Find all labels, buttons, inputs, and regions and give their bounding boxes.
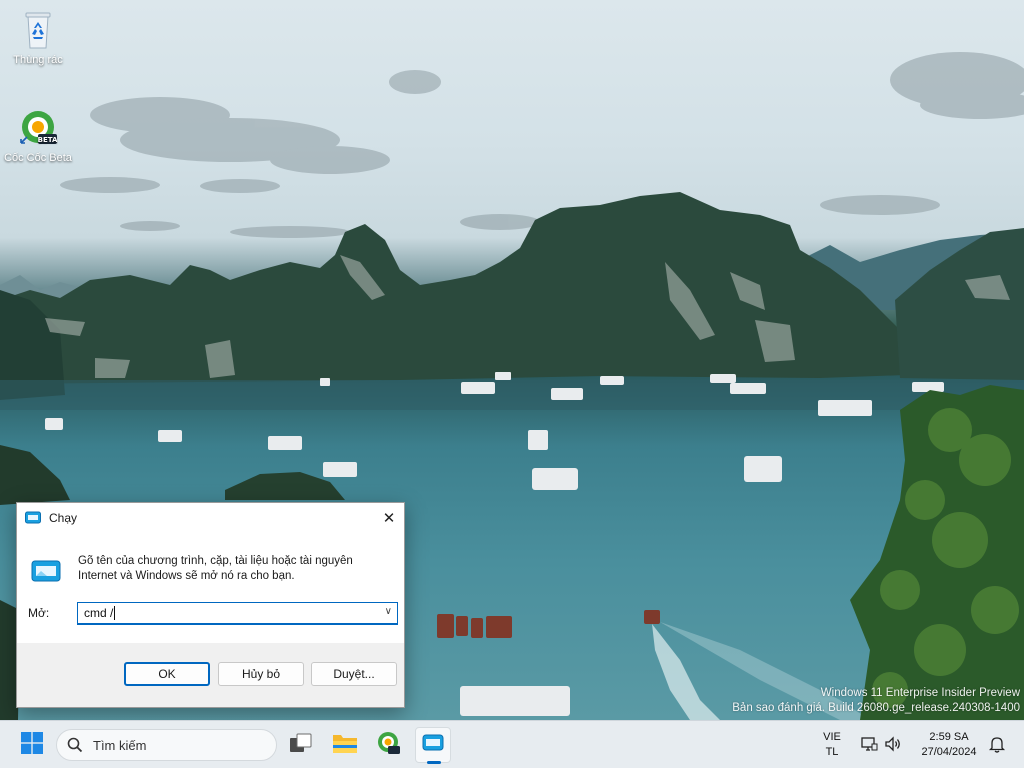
- run-large-icon: [31, 559, 61, 583]
- input-language-indicator[interactable]: VIE TL: [818, 730, 846, 760]
- open-label: Mở:: [28, 606, 50, 620]
- run-dialog-title: Chạy: [49, 511, 78, 525]
- open-command-input[interactable]: cmd / ∨: [77, 602, 398, 625]
- open-command-value: cmd /: [84, 606, 114, 620]
- search-placeholder: Tìm kiếm: [93, 737, 147, 753]
- taskbar: Tìm kiếm VIE TL 2:59 SA 27/04/2024: [0, 720, 1024, 768]
- run-dialog-footer: OK Hủy bỏ Duyệt...: [17, 643, 404, 707]
- browse-button[interactable]: Duyệt...: [311, 662, 397, 686]
- text-caret: [114, 606, 116, 620]
- coccoc-beta-icon: BETA: [18, 108, 58, 148]
- run-app-icon: [422, 734, 444, 757]
- ok-button[interactable]: OK: [124, 662, 210, 686]
- recycle-bin-icon: [18, 10, 58, 50]
- desktop-icon-label: Cốc Cốc Beta: [4, 152, 72, 164]
- watermark-line-1: Windows 11 Enterprise Insider Preview: [820, 687, 1020, 699]
- coccoc-beta-icon: [377, 731, 401, 760]
- cancel-button[interactable]: Hủy bỏ: [218, 662, 304, 686]
- svg-text:BETA: BETA: [38, 136, 58, 144]
- task-view-button[interactable]: [283, 727, 319, 763]
- run-dialog: Chạy ✕ Gõ tên của chương trình, cặp, tài…: [16, 502, 405, 708]
- close-icon: ✕: [382, 510, 396, 527]
- run-dialog-titlebar[interactable]: Chạy ✕: [17, 503, 404, 533]
- notification-bell-icon[interactable]: [988, 735, 1006, 753]
- folder-icon: [332, 732, 358, 759]
- windows-logo-icon: [21, 731, 43, 759]
- clock-date: 27/04/2024: [921, 746, 977, 758]
- start-button[interactable]: [14, 727, 50, 763]
- volume-icon[interactable]: [884, 735, 902, 753]
- coccoc-taskbar-button[interactable]: [371, 727, 407, 763]
- run-dialog-description: Gõ tên của chương trình, cặp, tài liệu h…: [78, 555, 353, 582]
- windows-watermark: Windows 11 Enterprise Insider Preview Bả…: [732, 686, 1020, 716]
- watermark-line-2: Bản sao đánh giá. Build 26080.ge_release…: [732, 702, 1020, 714]
- keyboard-layout: TL: [825, 746, 839, 758]
- taskbar-search[interactable]: Tìm kiếm: [56, 729, 277, 761]
- run-app-icon: [25, 511, 41, 525]
- run-dialog-body: Gõ tên của chương trình, cặp, tài liệu h…: [17, 533, 404, 645]
- desktop-icon-recycle-bin[interactable]: Thùng rác: [0, 10, 76, 66]
- file-explorer-button[interactable]: [327, 727, 363, 763]
- search-icon: [67, 737, 83, 753]
- chevron-down-icon[interactable]: ∨: [385, 606, 392, 617]
- desktop-icon-coccoc[interactable]: BETA Cốc Cốc Beta: [0, 108, 76, 164]
- language-code: VIE: [823, 731, 841, 743]
- task-view-icon: [289, 732, 313, 759]
- network-icon[interactable]: [860, 735, 878, 753]
- taskbar-clock[interactable]: 2:59 SA 27/04/2024: [914, 730, 984, 760]
- run-taskbar-button[interactable]: [415, 727, 451, 764]
- clock-time: 2:59 SA: [929, 731, 969, 743]
- desktop-icon-label: Thùng rác: [13, 54, 63, 66]
- close-button[interactable]: ✕: [374, 503, 404, 533]
